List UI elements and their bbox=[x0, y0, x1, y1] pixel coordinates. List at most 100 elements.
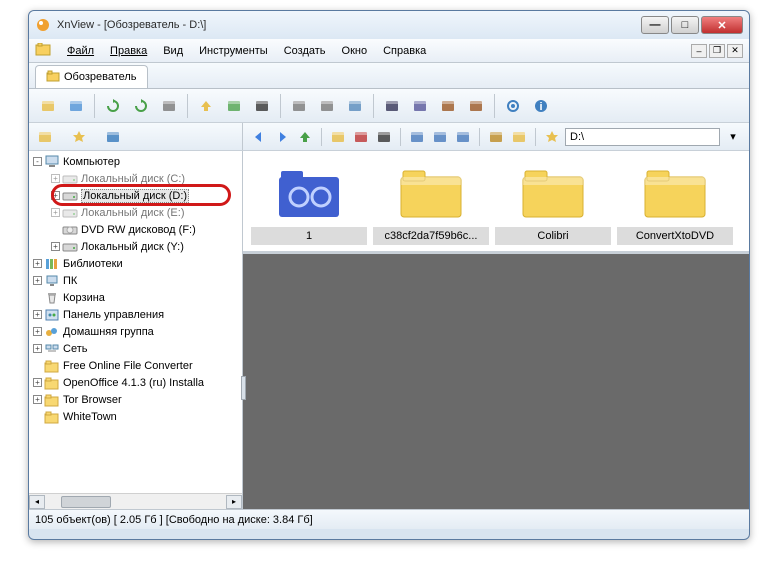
expand-icon[interactable]: + bbox=[51, 242, 60, 251]
tree-mode-icon[interactable] bbox=[35, 127, 55, 147]
convert-icon[interactable] bbox=[435, 93, 461, 119]
toolbar-main: i bbox=[29, 89, 749, 123]
folder-out-icon[interactable] bbox=[221, 93, 247, 119]
tree-item[interactable]: +OpenOffice 4.1.3 (ru) Installa bbox=[29, 374, 242, 391]
forward-icon[interactable] bbox=[272, 127, 292, 147]
expand-icon[interactable]: + bbox=[51, 191, 60, 200]
menu-file[interactable]: Файл bbox=[59, 43, 102, 59]
path-dropdown-button[interactable]: ▾ bbox=[723, 127, 743, 147]
tree-item[interactable]: +Локальный диск (D:) bbox=[29, 187, 242, 204]
new-folder-icon[interactable] bbox=[328, 127, 348, 147]
settings-icon[interactable] bbox=[156, 93, 182, 119]
dvd-icon bbox=[62, 223, 78, 237]
back-icon[interactable] bbox=[249, 127, 269, 147]
categories-icon[interactable] bbox=[103, 127, 123, 147]
expand-icon[interactable]: + bbox=[33, 344, 42, 353]
copy-icon[interactable] bbox=[342, 93, 368, 119]
maximize-button[interactable]: □ bbox=[671, 16, 699, 34]
expand-icon[interactable]: + bbox=[51, 208, 60, 217]
browser-icon[interactable] bbox=[63, 93, 89, 119]
sort-icon[interactable] bbox=[453, 127, 473, 147]
titlebar[interactable]: XnView - [Обозреватель - D:\] — □ ✕ bbox=[29, 11, 749, 39]
thumbs-area[interactable]: 1c38cf2da7f59b6c...ColibriConvertXtoDVD bbox=[243, 151, 749, 251]
tree-item[interactable]: + Локальный диск (E:) bbox=[29, 204, 242, 221]
tree-item[interactable]: +Панель управления bbox=[29, 306, 242, 323]
filter-icon[interactable] bbox=[486, 127, 506, 147]
favorites-icon[interactable] bbox=[509, 127, 529, 147]
tree-item[interactable]: -Компьютер bbox=[29, 153, 242, 170]
tree-item-label: Tor Browser bbox=[63, 394, 122, 406]
splitter-grip[interactable] bbox=[241, 376, 246, 400]
tab-browser-label: Обозреватель bbox=[64, 71, 137, 83]
collapse-icon[interactable]: - bbox=[33, 157, 42, 166]
menubar: Файл Правка Вид Инструменты Создать Окно… bbox=[29, 39, 749, 63]
scroll-right-button[interactable]: ▸ bbox=[226, 495, 242, 509]
tree-item-label: WhiteTown bbox=[63, 411, 117, 423]
tree-item-label: Локальный диск (E:) bbox=[81, 207, 185, 219]
view-icons-icon[interactable] bbox=[407, 127, 427, 147]
menu-help[interactable]: Справка bbox=[375, 43, 434, 59]
open-icon[interactable] bbox=[35, 93, 61, 119]
print2-icon[interactable] bbox=[314, 93, 340, 119]
tree-item[interactable]: +Сеть bbox=[29, 340, 242, 357]
tree-item[interactable]: Free Online File Converter bbox=[29, 357, 242, 374]
up-icon[interactable] bbox=[295, 127, 315, 147]
expand-icon[interactable]: + bbox=[33, 378, 42, 387]
expand-icon[interactable]: + bbox=[33, 310, 42, 319]
close-button[interactable]: ✕ bbox=[701, 16, 743, 34]
refresh-icon[interactable] bbox=[100, 93, 126, 119]
path-input[interactable] bbox=[565, 128, 720, 146]
thumbnail-item[interactable]: 1 bbox=[251, 157, 367, 245]
favorite-star-icon[interactable] bbox=[69, 127, 89, 147]
tree-item[interactable]: Корзина bbox=[29, 289, 242, 306]
cut-icon[interactable] bbox=[351, 127, 371, 147]
tree-item[interactable]: DVD RW дисковод (F:) bbox=[29, 221, 242, 238]
expand-icon[interactable]: + bbox=[51, 174, 60, 183]
expand-icon[interactable]: + bbox=[33, 259, 42, 268]
expand-icon[interactable]: + bbox=[33, 395, 42, 404]
star-icon[interactable] bbox=[542, 127, 562, 147]
scroll-left-button[interactable]: ◂ bbox=[29, 495, 45, 509]
camera-icon[interactable] bbox=[379, 93, 405, 119]
tab-browser[interactable]: Обозреватель bbox=[35, 65, 148, 88]
tree-item[interactable]: +Библиотеки bbox=[29, 255, 242, 272]
view-list-icon[interactable] bbox=[430, 127, 450, 147]
tree-h-scrollbar[interactable]: ◂ ▸ bbox=[29, 493, 242, 509]
info-icon[interactable]: i bbox=[528, 93, 554, 119]
thumbnail-item[interactable]: c38cf2da7f59b6c... bbox=[373, 157, 489, 245]
thumbs-panel: 1c38cf2da7f59b6c...ColibriConvertXtoDVD bbox=[243, 151, 749, 509]
nav-left bbox=[29, 123, 243, 150]
scroll-thumb[interactable] bbox=[61, 496, 111, 508]
mdi-minimize-button[interactable]: – bbox=[691, 44, 707, 58]
expand-icon[interactable]: + bbox=[33, 276, 42, 285]
tree-item[interactable]: +Локальный диск (Y:) bbox=[29, 238, 242, 255]
menu-edit[interactable]: Правка bbox=[102, 43, 155, 59]
expand-icon[interactable]: + bbox=[33, 327, 42, 336]
binoculars-icon[interactable] bbox=[249, 93, 275, 119]
preview-area[interactable] bbox=[243, 251, 749, 509]
thumbnail-item[interactable]: ConvertXtoDVD bbox=[617, 157, 733, 245]
delete-icon[interactable] bbox=[374, 127, 394, 147]
minimize-button[interactable]: — bbox=[641, 16, 669, 34]
refresh2-icon[interactable] bbox=[128, 93, 154, 119]
tree-item[interactable]: + Локальный диск (C:) bbox=[29, 170, 242, 187]
menu-tools[interactable]: Инструменты bbox=[191, 43, 276, 59]
tree-item-label: Локальный диск (C:) bbox=[81, 173, 185, 185]
thumbnail-item[interactable]: Colibri bbox=[495, 157, 611, 245]
tree-item[interactable]: WhiteTown bbox=[29, 408, 242, 425]
config-icon[interactable] bbox=[500, 93, 526, 119]
tree-item[interactable]: +ПК bbox=[29, 272, 242, 289]
mdi-restore-button[interactable]: ❐ bbox=[709, 44, 725, 58]
convert2-icon[interactable] bbox=[463, 93, 489, 119]
menu-view[interactable]: Вид bbox=[155, 43, 191, 59]
tree-item[interactable]: + Tor Browser bbox=[29, 391, 242, 408]
slideshow-icon[interactable] bbox=[407, 93, 433, 119]
toolbar-separator bbox=[479, 128, 480, 146]
tree-scroll[interactable]: -Компьютер+Локальный диск (C:)+Локальный… bbox=[29, 151, 242, 493]
mdi-close-button[interactable]: ✕ bbox=[727, 44, 743, 58]
print-icon[interactable] bbox=[286, 93, 312, 119]
folder-up-icon[interactable] bbox=[193, 93, 219, 119]
menu-window[interactable]: Окно bbox=[334, 43, 376, 59]
tree-item[interactable]: +Домашняя группа bbox=[29, 323, 242, 340]
menu-create[interactable]: Создать bbox=[276, 43, 334, 59]
